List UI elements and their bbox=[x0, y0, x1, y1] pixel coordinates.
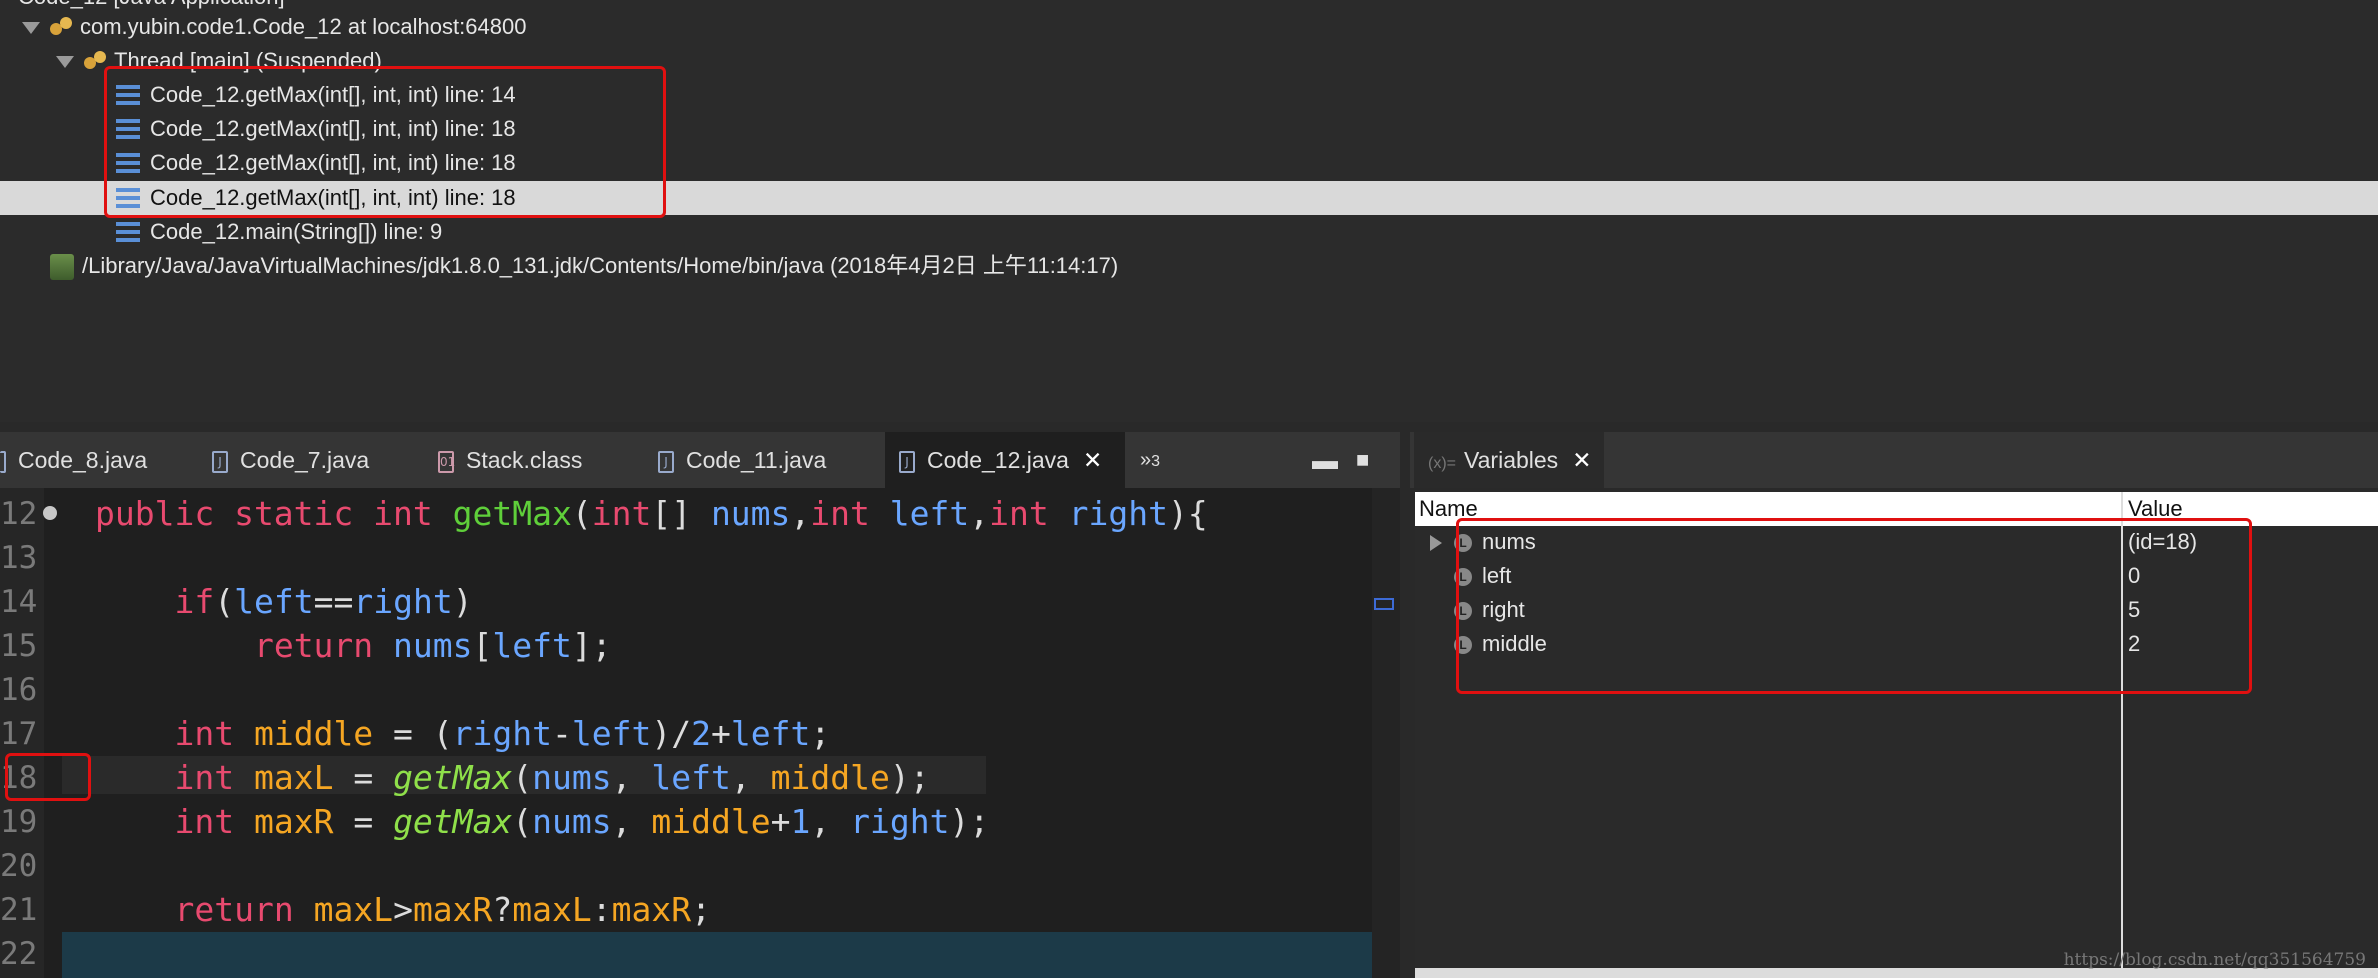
frame-label: Code_12.main(String[]) line: 9 bbox=[150, 219, 443, 244]
variables-icon: (x)= bbox=[1428, 455, 1456, 472]
line-number: 15 bbox=[0, 628, 38, 664]
line-number: 22 bbox=[0, 936, 38, 972]
chevron-icon: » bbox=[1140, 449, 1152, 471]
line-number: 14 bbox=[0, 584, 38, 620]
annotation-box-line18 bbox=[5, 753, 91, 801]
java-file-icon: J bbox=[899, 450, 915, 473]
selected-line-highlight bbox=[62, 932, 1372, 978]
debug-target-icon bbox=[48, 15, 74, 41]
tab-variables[interactable]: (x)= Variables ✕ bbox=[1414, 432, 1604, 488]
tab-label: Code_12.java bbox=[927, 447, 1069, 473]
tab-code12[interactable]: J Code_12.java ✕ bbox=[885, 432, 1125, 488]
watermark-text: https://blog.csdn.net/qq351564759 bbox=[2063, 950, 2366, 970]
code-editor[interactable]: 12 13 14 15 16 17 18 19 20 21 22 public … bbox=[0, 488, 1400, 978]
expand-icon[interactable] bbox=[1430, 535, 1442, 552]
code-line-21: return maxL>maxR?maxL:maxR; bbox=[174, 890, 712, 929]
process-label: /Library/Java/JavaVirtualMachines/jdk1.8… bbox=[82, 253, 1119, 278]
annotation-box-variables bbox=[1456, 518, 2252, 694]
line-number: 16 bbox=[0, 672, 38, 708]
variables-tab-bar: (x)= Variables ✕ bbox=[1410, 432, 2378, 488]
code-line-18: int maxL = getMax(nums, left, middle); bbox=[174, 758, 930, 797]
line-number: 17 bbox=[0, 716, 38, 752]
process-node[interactable]: /Library/Java/JavaVirtualMachines/jdk1.8… bbox=[50, 249, 1118, 283]
collapse-icon[interactable] bbox=[43, 506, 57, 520]
line-number: 21 bbox=[0, 892, 38, 928]
line-number: 20 bbox=[0, 848, 38, 884]
launch-label: Code_12 [Java Application] bbox=[18, 0, 285, 9]
code-line-15: return nums[left]; bbox=[253, 626, 612, 665]
tab-label: Code_7.java bbox=[240, 447, 370, 473]
annotation-box-frames bbox=[104, 66, 666, 218]
target-label: com.yubin.code1.Code_12 at localhost:648… bbox=[80, 14, 527, 39]
tab-label: Stack.class bbox=[466, 447, 583, 473]
code-line-19: int maxR = getMax(nums, middle+1, right)… bbox=[174, 802, 990, 841]
tab-code7[interactable]: J Code_7.java bbox=[212, 432, 369, 488]
editor-tab-bar: Code_8.java J Code_7.java 01 Stack.class J… bbox=[0, 432, 1400, 488]
overflow-tabs[interactable]: »3 bbox=[1140, 432, 1160, 488]
tab-stack-class[interactable]: 01 Stack.class bbox=[438, 432, 582, 488]
target-node[interactable]: com.yubin.code1.Code_12 at localhost:648… bbox=[22, 10, 526, 44]
close-icon[interactable]: ✕ bbox=[1572, 447, 1591, 473]
line-number: 19 bbox=[0, 804, 38, 840]
class-file-icon: 01 bbox=[438, 450, 455, 473]
tab-label: Variables bbox=[1464, 447, 1559, 473]
ruler-marker bbox=[1374, 598, 1394, 610]
close-icon[interactable]: ✕ bbox=[1083, 447, 1102, 473]
expand-icon[interactable] bbox=[56, 56, 74, 69]
code-line-14: if(left==right) bbox=[174, 582, 473, 621]
tab-code11[interactable]: J Code_11.java bbox=[658, 432, 826, 488]
line-number: 13 bbox=[0, 540, 38, 576]
debug-view: Code_12 [Java Application] com.yubin.cod… bbox=[0, 0, 2378, 422]
process-icon bbox=[50, 254, 74, 281]
java-file-icon: J bbox=[658, 450, 674, 473]
code-line-17: int middle = (right-left)/2+left; bbox=[174, 714, 831, 753]
java-file-icon bbox=[0, 450, 6, 473]
tab-label: Code_11.java bbox=[686, 447, 827, 473]
overview-ruler[interactable] bbox=[1372, 488, 1400, 978]
minimize-icon[interactable]: ▬ bbox=[1312, 432, 1338, 488]
maximize-icon[interactable]: ■ bbox=[1356, 432, 1369, 488]
stack-frame-icon bbox=[116, 222, 140, 245]
tab-label: Code_8.java bbox=[18, 447, 148, 473]
java-file-icon: J bbox=[212, 450, 228, 473]
expand-icon[interactable] bbox=[22, 22, 40, 35]
tab-code8[interactable]: Code_8.java bbox=[0, 432, 167, 488]
line-number: 12 bbox=[0, 496, 38, 532]
stack-frame[interactable]: Code_12.main(String[]) line: 9 bbox=[116, 215, 442, 249]
code-line-12: public static int getMax(int[] nums,int … bbox=[95, 494, 1208, 533]
overflow-count: 3 bbox=[1151, 453, 1161, 470]
